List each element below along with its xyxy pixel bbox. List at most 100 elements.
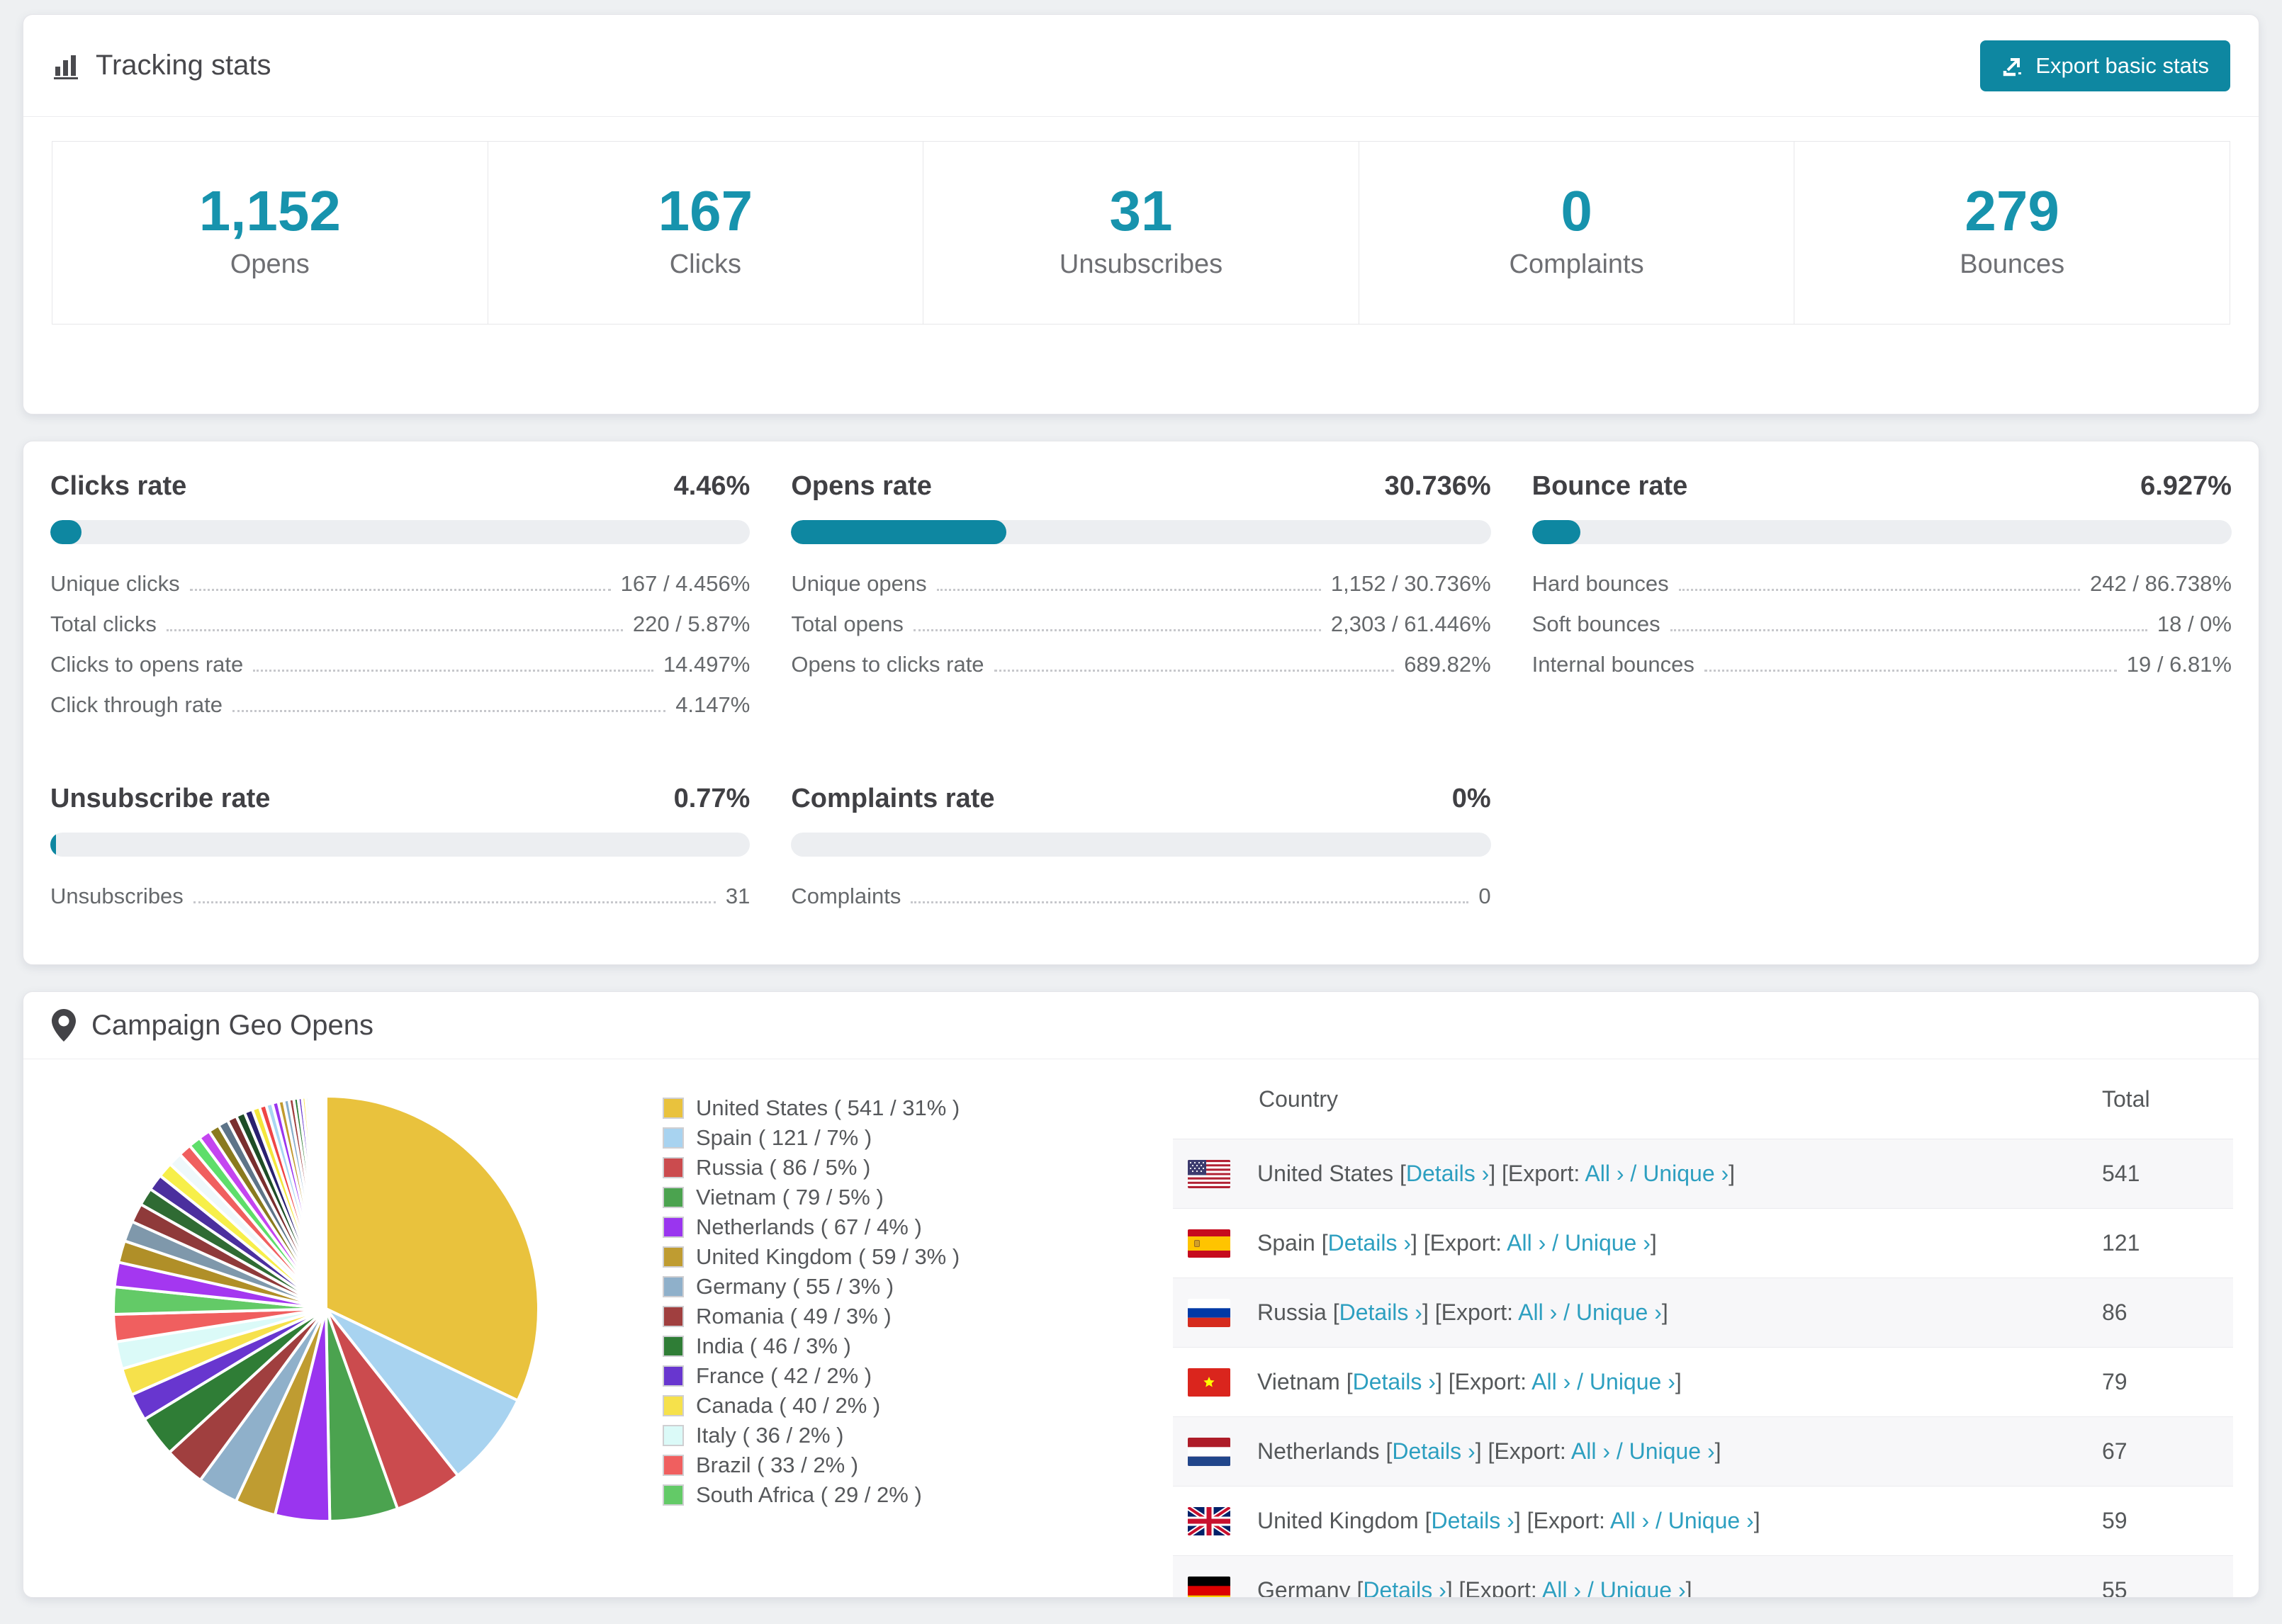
export-unique-link[interactable]: Unique › <box>1576 1299 1662 1325</box>
details-link[interactable]: Details › <box>1406 1161 1489 1186</box>
geo-table-row-united-kingdom: United Kingdom [Details ›] [Export: All … <box>1173 1486 2233 1555</box>
geo-table-header-total: Total <box>2102 1086 2150 1112</box>
export-all-link[interactable]: All › <box>1518 1299 1557 1325</box>
opens-to-clicks-row: Opens to clicks rate 689.82% <box>791 652 1490 692</box>
geo-table-total: 121 <box>2102 1230 2140 1256</box>
legend-item-south-africa[interactable]: South Africa ( 29 / 2% ) <box>663 1480 1173 1510</box>
export-all-link[interactable]: All › <box>1507 1230 1546 1256</box>
geo-body: United States ( 541 / 31% ) Spain ( 121 … <box>23 1059 2259 1598</box>
stat-opens-value: 1,152 <box>198 179 341 242</box>
stat-row-value: 4.147% <box>675 692 751 717</box>
stat-row-value: 1,152 / 30.736% <box>1330 571 1491 596</box>
opens-rate-bar <box>791 520 1491 544</box>
stat-row-label: Complaints <box>791 884 901 908</box>
legend-label: South Africa ( 29 / 2% ) <box>696 1482 922 1507</box>
stat-unsubscribes: 31 Unsubscribes <box>923 141 1359 325</box>
internal-bounces-row: Internal bounces 19 / 6.81% <box>1532 652 2232 692</box>
stat-clicks-label: Clicks <box>669 249 742 279</box>
legend-item-germany[interactable]: Germany ( 55 / 3% ) <box>663 1272 1173 1302</box>
details-link[interactable]: Details › <box>1363 1577 1446 1597</box>
total-clicks-row: Total clicks 220 / 5.87% <box>50 611 750 652</box>
details-link[interactable]: Details › <box>1328 1230 1411 1256</box>
dotted-leader <box>911 901 1469 903</box>
legend-item-italy[interactable]: Italy ( 36 / 2% ) <box>663 1421 1173 1450</box>
geo-pie-chart[interactable] <box>106 1059 546 1597</box>
clicks-rate-bar-fill <box>50 520 82 544</box>
export-unique-link[interactable]: Unique › <box>1565 1230 1651 1256</box>
export-all-link[interactable]: All › <box>1571 1438 1610 1464</box>
legend-item-spain[interactable]: Spain ( 121 / 7% ) <box>663 1123 1173 1153</box>
legend-swatch <box>663 1246 684 1268</box>
opens-rate-section: Opens rate 30.736% Unique opens 1,152 / … <box>791 471 1491 733</box>
stat-row-label: Hard bounces <box>1531 571 1669 596</box>
dotted-leader <box>1670 628 2147 631</box>
export-icon <box>2001 55 2024 77</box>
export-unique-link[interactable]: Unique › <box>1590 1369 1675 1394</box>
legend-item-netherlands[interactable]: Netherlands ( 67 / 4% ) <box>663 1212 1173 1242</box>
legend-label: India ( 46 / 3% ) <box>696 1333 851 1358</box>
geo-table-total: 55 <box>2102 1577 2128 1598</box>
stat-bounces-label: Bounces <box>1960 249 2065 279</box>
geo-legend: United States ( 541 / 31% ) Spain ( 121 … <box>663 1059 1173 1597</box>
stat-row-label: Internal bounces <box>1531 652 1694 677</box>
bar-chart-icon <box>52 51 82 81</box>
export-unique-link[interactable]: Unique › <box>1643 1161 1729 1186</box>
stat-clicks: 167 Clicks <box>487 141 924 325</box>
us-flag-icon <box>1188 1159 1230 1188</box>
stat-unsubscribes-value: 31 <box>1109 179 1173 242</box>
legend-item-india[interactable]: India ( 46 / 3% ) <box>663 1331 1173 1361</box>
legend-item-brazil[interactable]: Brazil ( 33 / 2% ) <box>663 1450 1173 1480</box>
stat-row-value: 220 / 5.87% <box>632 611 751 636</box>
stat-complaints-label: Complaints <box>1509 249 1644 279</box>
details-link[interactable]: Details › <box>1339 1299 1422 1325</box>
soft-bounces-row: Soft bounces 18 / 0% <box>1532 611 2232 652</box>
dotted-leader <box>1678 588 2081 591</box>
dotted-leader <box>166 628 623 631</box>
export-basic-stats-button[interactable]: Export basic stats <box>1980 40 2230 91</box>
opens-rate-value: 30.736% <box>1384 471 1491 501</box>
map-pin-icon <box>52 1009 76 1042</box>
tracking-stats-title: Tracking stats <box>52 50 271 81</box>
complaints-rate-value: 0% <box>1451 784 1491 813</box>
netherlands-flag-icon <box>1188 1437 1230 1466</box>
geo-table-row-united-states: United States [Details ›] [Export: All ›… <box>1173 1139 2233 1208</box>
geo-table-total: 67 <box>2102 1438 2128 1464</box>
pie-slice[interactable] <box>324 1094 327 1310</box>
export-unique-link[interactable]: Unique › <box>1668 1508 1754 1533</box>
legend-label: Germany ( 55 / 3% ) <box>696 1274 894 1299</box>
legend-item-france[interactable]: France ( 42 / 2% ) <box>663 1361 1173 1391</box>
geo-opens-card: Campaign Geo Opens United States ( 541 /… <box>23 991 2259 1598</box>
legend-swatch <box>663 1098 684 1119</box>
dotted-leader <box>253 669 653 672</box>
legend-item-vietnam[interactable]: Vietnam ( 79 / 5% ) <box>663 1183 1173 1212</box>
legend-swatch <box>663 1395 684 1416</box>
country-name: Netherlands <box>1257 1438 1380 1464</box>
export-all-link[interactable]: All › <box>1585 1161 1624 1186</box>
clicks-rate-bar <box>50 520 751 544</box>
country-name: United States <box>1257 1161 1394 1186</box>
legend-item-united-kingdom[interactable]: United Kingdom ( 59 / 3% ) <box>663 1242 1173 1272</box>
stat-row-label: Unsubscribes <box>50 884 184 908</box>
export-unique-link[interactable]: Unique › <box>1629 1438 1715 1464</box>
dotted-leader <box>232 709 666 712</box>
stat-clicks-value: 167 <box>658 179 753 242</box>
geo-table-row-germany: Germany [Details ›] [Export: All › / Uni… <box>1173 1555 2233 1598</box>
stat-row-value: 18 / 0% <box>2157 611 2232 636</box>
export-all-link[interactable]: All › <box>1531 1369 1570 1394</box>
legend-item-united-states[interactable]: United States ( 541 / 31% ) <box>663 1093 1173 1123</box>
details-link[interactable]: Details › <box>1392 1438 1475 1464</box>
details-link[interactable]: Details › <box>1431 1508 1514 1533</box>
export-all-link[interactable]: All › <box>1542 1577 1581 1597</box>
legend-swatch <box>663 1217 684 1238</box>
stat-row-value: 14.497% <box>663 652 751 677</box>
stat-opens-label: Opens <box>230 249 310 279</box>
export-all-link[interactable]: All › <box>1610 1508 1649 1533</box>
export-unique-link[interactable]: Unique › <box>1600 1577 1686 1597</box>
legend-item-russia[interactable]: Russia ( 86 / 5% ) <box>663 1153 1173 1183</box>
stat-row-label: Opens to clicks rate <box>791 652 984 677</box>
geo-table-row-russia: Russia [Details ›] [Export: All › / Uniq… <box>1173 1278 2233 1347</box>
legend-item-romania[interactable]: Romania ( 49 / 3% ) <box>663 1302 1173 1331</box>
legend-item-canada[interactable]: Canada ( 40 / 2% ) <box>663 1391 1173 1421</box>
details-link[interactable]: Details › <box>1353 1369 1436 1394</box>
dotted-leader <box>193 901 716 903</box>
